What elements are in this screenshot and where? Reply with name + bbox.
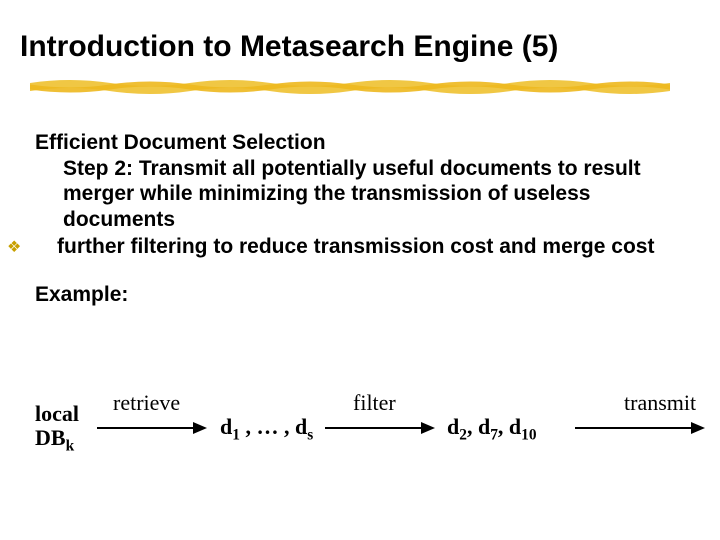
n2-s2: s bbox=[307, 426, 313, 443]
n3-s1: 2 bbox=[459, 426, 467, 443]
n3-p1: d bbox=[447, 414, 459, 439]
node-local-db: local DBk bbox=[35, 402, 79, 450]
n2-p: d bbox=[220, 414, 232, 439]
local-line2-prefix: DB bbox=[35, 425, 66, 450]
bullet-text: further filtering to reduce transmission… bbox=[57, 235, 654, 258]
local-line1: local bbox=[35, 401, 79, 426]
slide-title: Introduction to Metasearch Engine (5) bbox=[20, 30, 700, 64]
bullet-line: ❖further filtering to reduce transmissio… bbox=[63, 234, 685, 260]
edge-transmit-label: transmit bbox=[624, 390, 696, 416]
n3-s2: 7 bbox=[490, 426, 498, 443]
n3-p2: , d bbox=[467, 414, 490, 439]
arrow-2-icon bbox=[325, 422, 435, 434]
edge-retrieve-label: retrieve bbox=[113, 390, 180, 416]
bullet-icon: ❖ bbox=[35, 238, 57, 258]
body-text: Efficient Document Selection Step 2: Tra… bbox=[35, 130, 685, 308]
arrow-1-icon bbox=[97, 422, 207, 434]
step-text: Step 2: Transmit all potentially useful … bbox=[63, 156, 685, 233]
node-filtered-docs: d2, d7, d10 bbox=[447, 414, 537, 440]
node-retrieved-docs: d1 , … , ds bbox=[220, 414, 313, 440]
flow-diagram: local DBk retrieve d1 , … , ds filter d2… bbox=[35, 390, 700, 470]
n3-p3: , d bbox=[498, 414, 521, 439]
n2-s1: 1 bbox=[232, 426, 240, 443]
example-label: Example: bbox=[35, 282, 685, 308]
section-heading: Efficient Document Selection bbox=[35, 130, 685, 156]
n3-s3: 10 bbox=[521, 426, 536, 443]
arrow-3-icon bbox=[575, 422, 705, 434]
n2-m: , … , d bbox=[240, 414, 307, 439]
local-line2-sub: k bbox=[66, 438, 75, 455]
title-underline bbox=[30, 78, 670, 96]
slide: Introduction to Metasearch Engine (5) Ef… bbox=[0, 0, 720, 540]
edge-filter-label: filter bbox=[353, 390, 396, 416]
